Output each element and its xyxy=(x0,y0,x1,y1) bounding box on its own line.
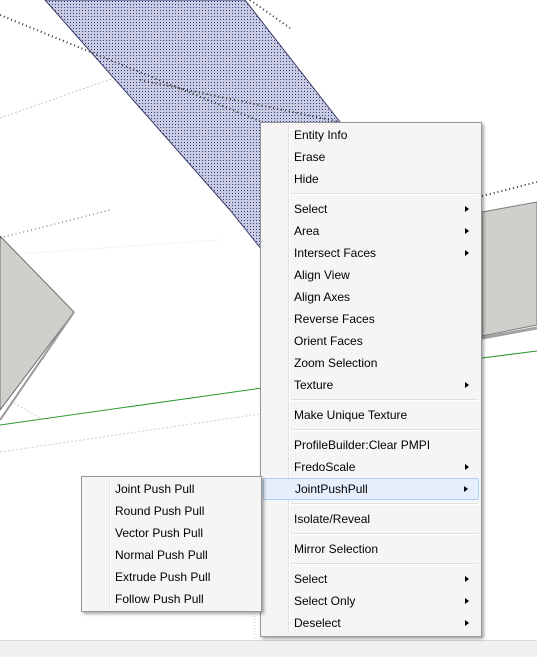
menu-item-make-unique-texture[interactable]: Make Unique Texture xyxy=(263,404,479,426)
submenu-item-label: Follow Push Pull xyxy=(115,592,204,606)
menu-item-label: Orient Faces xyxy=(294,334,363,348)
menu-separator xyxy=(291,563,478,565)
submenu-item-vector-push-pull[interactable]: Vector Push Pull xyxy=(84,522,259,544)
menu-item-align-view[interactable]: Align View xyxy=(263,264,479,286)
menu-item-label: Texture xyxy=(294,378,334,392)
jointpushpull-submenu: Joint Push Pull Round Push Pull Vector Pus… xyxy=(81,476,262,612)
menu-item-label: Area xyxy=(294,224,320,238)
submenu-arrow-icon xyxy=(465,250,469,256)
menu-separator xyxy=(291,399,478,401)
menu-item-orient-faces[interactable]: Orient Faces xyxy=(263,330,479,352)
menu-item-label: Make Unique Texture xyxy=(294,408,408,422)
menu-item-align-axes[interactable]: Align Axes xyxy=(263,286,479,308)
menu-separator xyxy=(291,533,478,535)
submenu-item-extrude-push-pull[interactable]: Extrude Push Pull xyxy=(84,566,259,588)
menu-item-fredoscale[interactable]: FredoScale xyxy=(263,456,479,478)
green-axis-line xyxy=(481,350,537,359)
submenu-arrow-icon xyxy=(465,382,469,388)
gray-face-right[interactable] xyxy=(481,201,537,337)
menu-item-zoom-selection[interactable]: Zoom Selection xyxy=(263,352,479,374)
menu-item-label: Select Only xyxy=(294,594,356,608)
menu-item-mirror-selection[interactable]: Mirror Selection xyxy=(263,538,479,560)
menu-item-profilebuilder-clear-pmpi[interactable]: ProfileBuilder:Clear PMPI xyxy=(263,434,479,456)
menu-item-label: Reverse Faces xyxy=(294,312,375,326)
menu-item-label: Select xyxy=(294,202,328,216)
gray-face-left[interactable] xyxy=(0,235,75,411)
menu-separator xyxy=(291,193,478,195)
submenu-arrow-icon xyxy=(465,464,469,470)
menu-item-isolate-reveal[interactable]: Isolate/Reveal xyxy=(263,508,479,530)
submenu-arrow-icon xyxy=(465,620,469,626)
menu-item-label: FredoScale xyxy=(294,460,356,474)
submenu-item-label: Round Push Pull xyxy=(115,504,205,518)
dotted-edge xyxy=(481,181,537,197)
submenu-arrow-icon xyxy=(465,598,469,604)
menu-item-label: Intersect Faces xyxy=(294,246,377,260)
submenu-item-follow-push-pull[interactable]: Follow Push Pull xyxy=(84,588,259,610)
menu-item-deselect[interactable]: Deselect xyxy=(263,612,479,634)
construction-line xyxy=(0,239,221,256)
menu-item-select-only[interactable]: Select Only xyxy=(263,590,479,612)
submenu-arrow-icon xyxy=(465,228,469,234)
submenu-arrow-icon xyxy=(465,576,469,582)
status-bar xyxy=(0,640,537,657)
submenu-arrow-icon xyxy=(464,486,468,492)
menu-item-hide[interactable]: Hide xyxy=(263,168,479,190)
menu-separator xyxy=(291,503,478,505)
menu-separator xyxy=(291,429,478,431)
context-menu: Entity Info Erase Hide Select Area Intersect … xyxy=(260,122,482,637)
menu-item-label: Select xyxy=(294,572,328,586)
dotted-edge xyxy=(0,209,111,239)
menu-item-intersect-faces[interactable]: Intersect Faces xyxy=(263,242,479,264)
submenu-item-joint-push-pull[interactable]: Joint Push Pull xyxy=(84,478,259,500)
submenu-item-normal-push-pull[interactable]: Normal Push Pull xyxy=(84,544,259,566)
submenu-item-label: Joint Push Pull xyxy=(115,482,195,496)
menu-item-erase[interactable]: Erase xyxy=(263,146,479,168)
submenu-item-label: Normal Push Pull xyxy=(115,548,208,562)
menu-item-entity-info[interactable]: Entity Info xyxy=(263,124,479,146)
menu-item-area[interactable]: Area xyxy=(263,220,479,242)
menu-item-label: Zoom Selection xyxy=(294,356,378,370)
menu-item-label: Erase xyxy=(294,150,326,164)
menu-item-label: Isolate/Reveal xyxy=(294,512,371,526)
submenu-item-label: Vector Push Pull xyxy=(115,526,204,540)
submenu-arrow-icon xyxy=(465,206,469,212)
menu-item-select[interactable]: Select xyxy=(263,198,479,220)
menu-item-jointpushpull[interactable]: JointPushPull xyxy=(263,478,479,500)
menu-item-label: Mirror Selection xyxy=(294,542,379,556)
menu-item-label: Entity Info xyxy=(294,128,348,142)
menu-item-texture[interactable]: Texture xyxy=(263,374,479,396)
menu-item-label: Align View xyxy=(294,268,350,282)
menu-item-label: ProfileBuilder:Clear PMPI xyxy=(294,438,431,452)
submenu-item-label: Extrude Push Pull xyxy=(115,570,211,584)
menu-item-select[interactable]: Select xyxy=(263,568,479,590)
menu-item-label: Hide xyxy=(294,172,319,186)
menu-item-label: JointPushPull xyxy=(295,482,368,496)
submenu-item-round-push-pull[interactable]: Round Push Pull xyxy=(84,500,259,522)
menu-item-label: Deselect xyxy=(294,616,341,630)
menu-item-reverse-faces[interactable]: Reverse Faces xyxy=(263,308,479,330)
menu-item-label: Align Axes xyxy=(294,290,351,304)
